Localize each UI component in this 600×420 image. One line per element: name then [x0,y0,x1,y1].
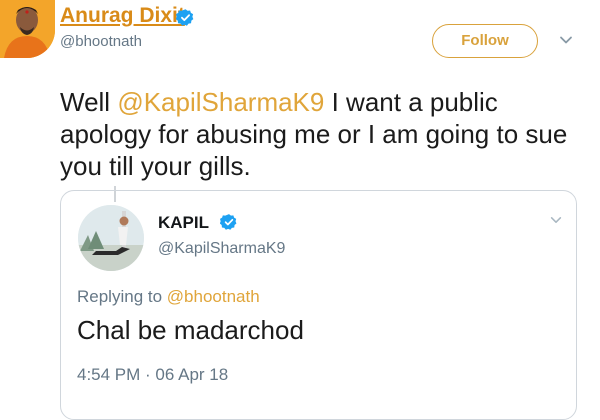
mention-link[interactable]: @KapilSharmaK9 [117,87,324,117]
author-handle[interactable]: @bhootnath [60,33,142,50]
replying-to-line: Replying to @bhootnath [77,287,260,307]
verified-badge-icon [176,9,194,26]
quoted-avatar[interactable] [78,205,144,271]
quoted-timestamp[interactable]: 4:54 PM · 06 Apr 18 [77,365,228,385]
avatar-icon [0,0,55,58]
quoted-tweet[interactable]: KAPIL @KapilSharmaK9 Replying to @bhootn… [60,190,577,420]
tweet-card: Anurag Dixit @bhootnath Follow Well @Kap… [0,0,600,420]
quoted-tweet-text: Chal be madarchod [77,315,304,345]
avatar-icon [78,205,144,271]
verified-badge-icon [220,214,237,230]
quoted-display-name[interactable]: KAPIL [158,213,209,233]
tweet-text-lead: Well [60,87,118,117]
author-avatar[interactable] [0,0,55,58]
author-display-name[interactable]: Anurag Dixit [60,4,185,28]
replying-to-label: Replying to [77,287,167,306]
chevron-down-icon[interactable] [549,213,563,227]
tweet-text: Well @KapilSharmaK9 I want a public apol… [60,86,590,182]
replying-to-link[interactable]: @bhootnath [167,287,260,306]
quoted-handle[interactable]: @KapilSharmaK9 [158,240,285,258]
follow-button[interactable]: Follow [432,24,538,58]
chevron-down-icon[interactable] [558,32,574,48]
